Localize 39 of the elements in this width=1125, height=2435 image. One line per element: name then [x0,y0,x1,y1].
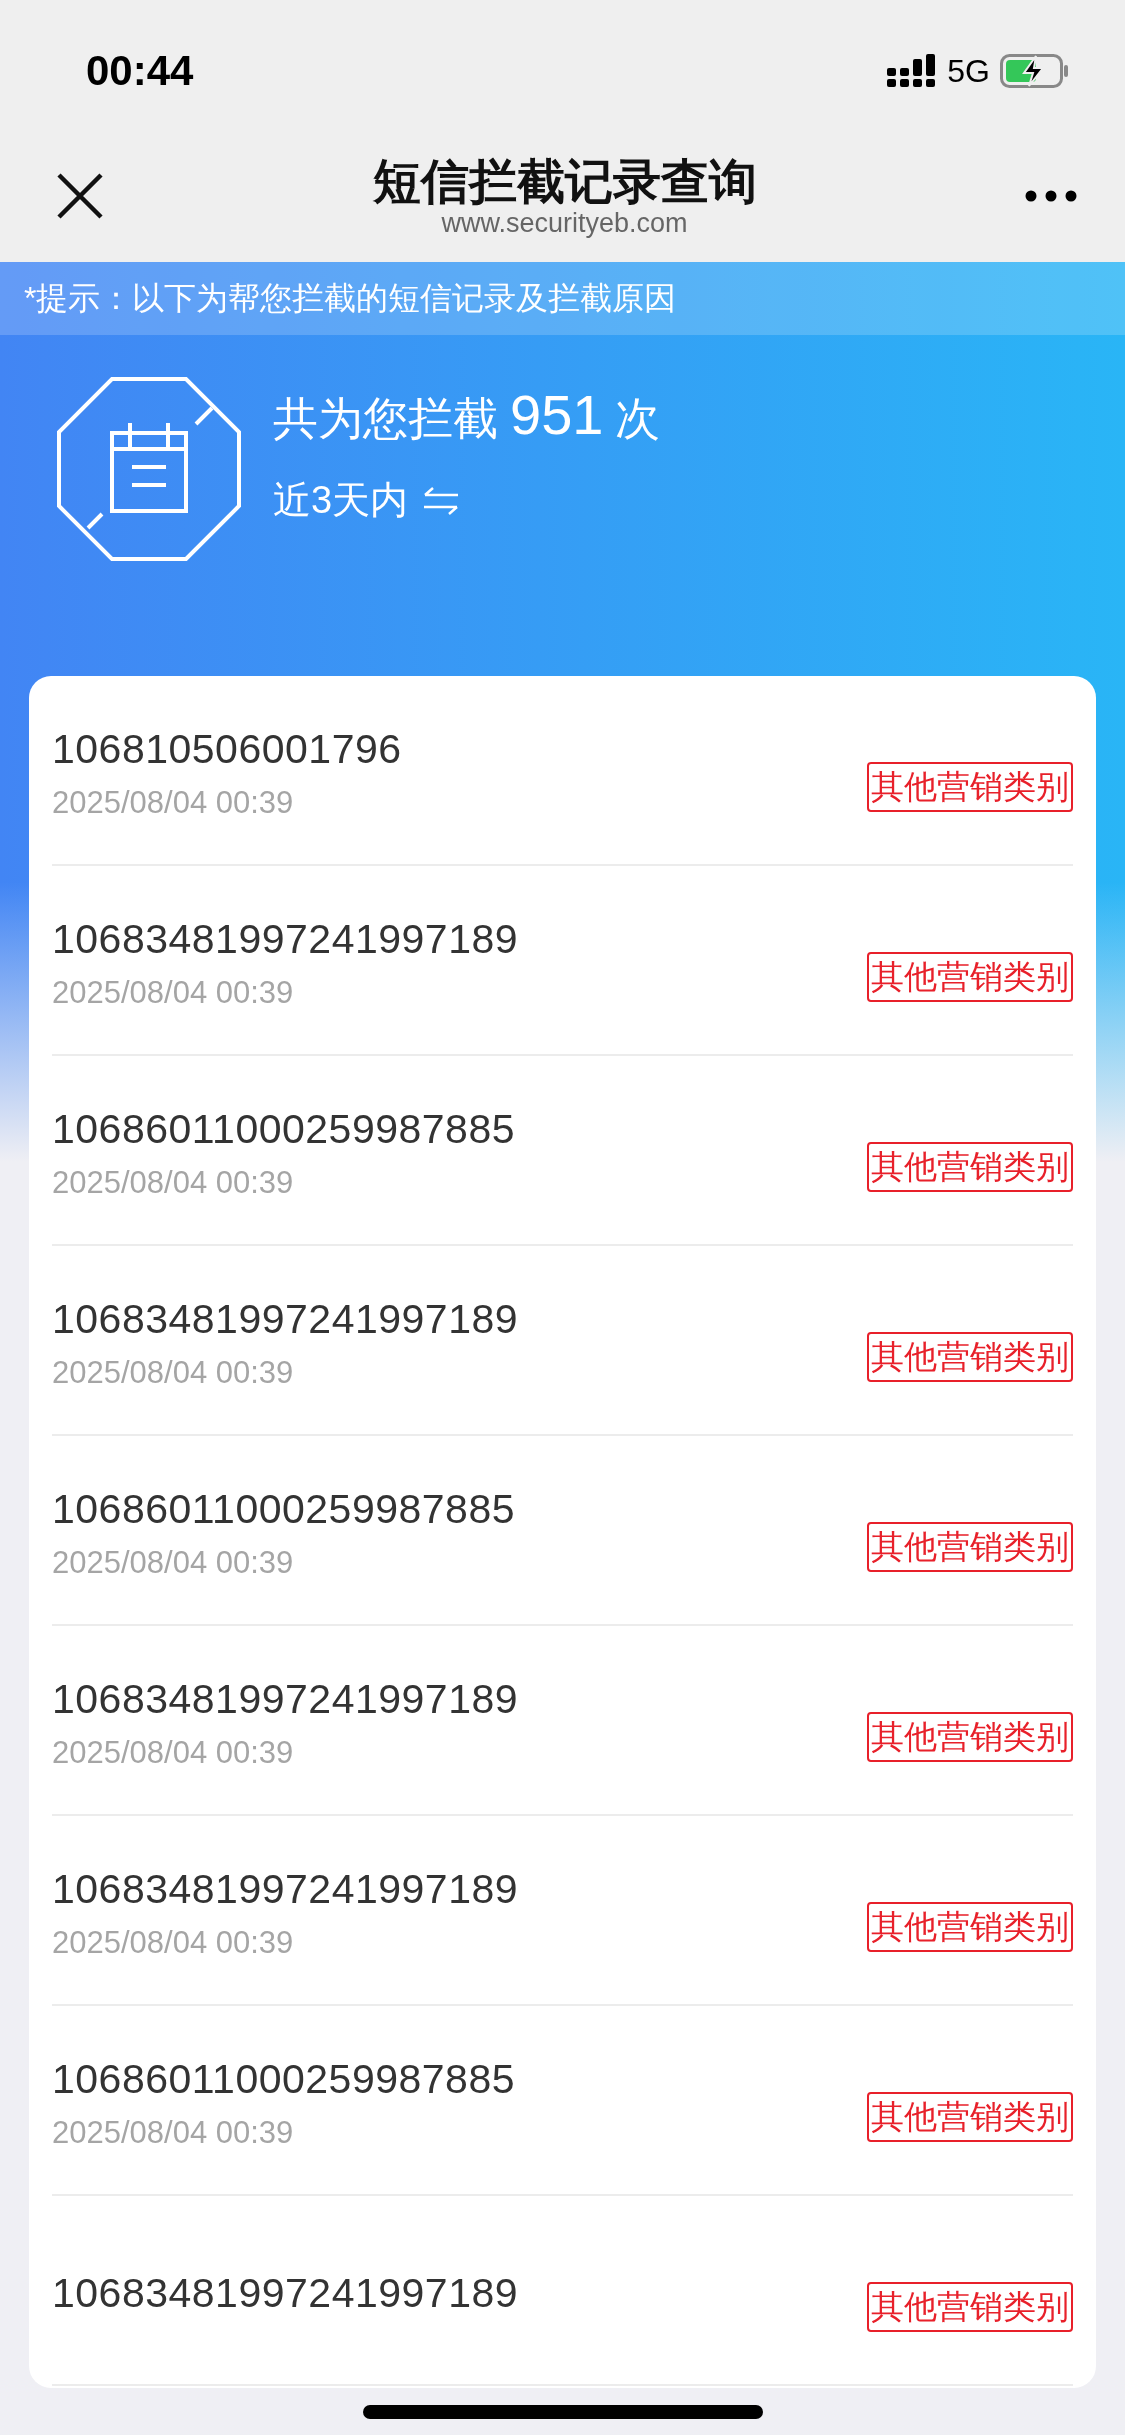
sender-number: 10686011000259987885 [52,1105,516,1153]
hint-text: *提示：以下为帮您拦截的短信记录及拦截原因 [0,262,1125,335]
category-tag: 其他营销类别 [867,1712,1073,1762]
page-title: 短信拦截记录查询 [372,153,757,209]
record-time: 2025/08/04 00:39 [52,1354,295,1391]
signal-icon [887,54,938,88]
record-time: 2025/08/04 00:39 [52,1164,295,1201]
category-tag: 其他营销类别 [867,1902,1073,1952]
sender-number: 10683481997241997189 [52,2269,520,2317]
category-tag: 其他营销类别 [867,2282,1073,2332]
network-label: 5G [947,52,990,90]
record-time: 2025/08/04 00:39 [52,974,295,1011]
category-tag: 其他营销类别 [867,1332,1073,1382]
more-icon[interactable] [1025,190,1077,202]
category-tag: 其他营销类别 [867,2092,1073,2142]
close-icon[interactable] [56,172,104,220]
battery-charging-icon [1000,54,1070,88]
category-tag: 其他营销类别 [867,762,1073,812]
status-time: 00:44 [86,47,195,95]
record-time: 2025/08/04 00:39 [52,1544,295,1581]
sender-number: 106810506001796 [52,725,403,773]
blocked-count-text: 共为您拦截 951 次 [273,382,661,448]
record-time: 2025/08/04 00:39 [52,2114,295,2151]
record-time: 2025/08/04 00:39 [52,1734,295,1771]
sender-number: 10683481997241997189 [52,1865,520,1913]
category-tag: 其他营销类别 [867,952,1073,1002]
sender-number: 10683481997241997189 [52,1675,520,1723]
swap-arrows-icon[interactable] [422,485,461,516]
category-tag: 其他营销类别 [867,1142,1073,1192]
sender-number: 10686011000259987885 [52,1485,516,1533]
time-range-label[interactable]: 近3天内 [273,475,409,526]
blocked-calendar-icon [57,377,241,561]
sender-number: 10683481997241997189 [52,1295,520,1343]
page-url: www.securityeb.com [441,208,688,239]
sender-number: 10683481997241997189 [52,915,520,963]
category-tag: 其他营销类别 [867,1522,1073,1572]
record-time: 2025/08/04 00:39 [52,784,295,821]
record-time: 2025/08/04 00:39 [52,1924,295,1961]
sender-number: 10686011000259987885 [52,2055,516,2103]
